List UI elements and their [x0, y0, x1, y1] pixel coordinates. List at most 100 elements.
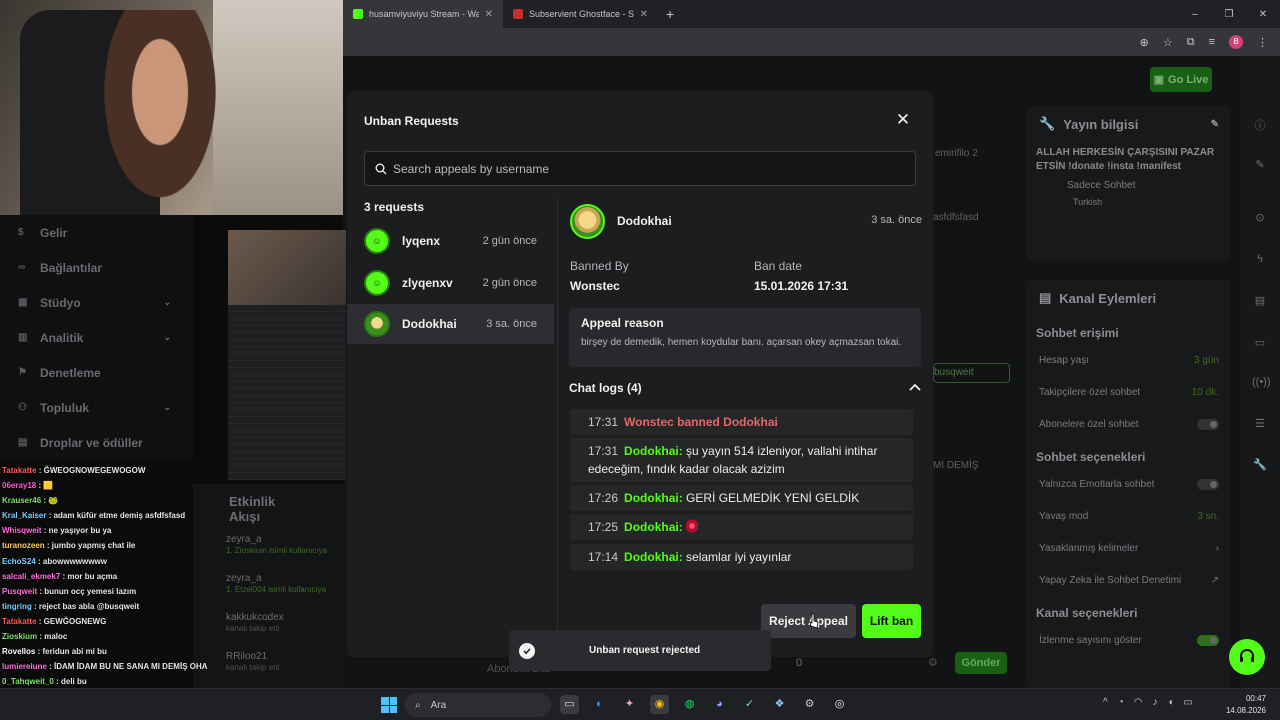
chat-separator: : — [35, 556, 43, 566]
chevron-up-icon[interactable] — [908, 380, 922, 394]
maximize-button[interactable]: ❐ — [1212, 9, 1246, 20]
chat-username[interactable]: salcali_ekmek7 — [2, 572, 60, 581]
setting-row[interactable]: Hesap yaşı 3 gün — [1027, 344, 1231, 376]
request-time: 3 sa. önce — [486, 318, 537, 330]
chrome-icon[interactable]: ◉ — [650, 695, 669, 714]
chat-message: EchoS24 : abowwwwwwww — [2, 554, 230, 569]
chat-separator: : — [46, 511, 54, 521]
message-icon[interactable]: ▭ — [1252, 336, 1268, 352]
volume-icon[interactable]: ◖ — [1167, 697, 1173, 708]
help-chat-button[interactable] — [1229, 639, 1265, 675]
appeal-search — [364, 151, 916, 186]
tab-youtube[interactable]: Subservient Ghostface - SCARY ✕ — [503, 0, 658, 28]
request-item[interactable]: ☺ lyqenx 2 gün önce — [347, 221, 554, 261]
setting-row[interactable]: Takipçilere özel sohbet 10 dk. — [1027, 376, 1231, 408]
edge-icon[interactable]: ◐ — [590, 695, 609, 714]
chat-fragment: busqweit — [933, 363, 1010, 383]
tab-stream[interactable]: husamviyuviyu Stream - Watch ✕ — [343, 0, 503, 28]
battery-icon[interactable]: ▭ — [1184, 697, 1193, 708]
mic-icon[interactable]: ♪ — [1152, 697, 1157, 708]
chat-username[interactable]: 06eray18 — [2, 481, 36, 490]
lift-ban-button[interactable]: Lift ban — [862, 604, 921, 638]
chat-username[interactable]: Pusqweit — [2, 587, 37, 596]
minimize-button[interactable]: – — [1178, 9, 1212, 20]
queue-icon[interactable]: ≡ — [1209, 36, 1215, 48]
chat-username[interactable]: EchoS24 — [2, 557, 36, 566]
file-explorer-icon[interactable]: ▭ — [560, 695, 579, 714]
chat-username[interactable]: Tatakatte — [2, 617, 37, 626]
star-icon[interactable]: ☆ — [1163, 36, 1173, 49]
setting-row[interactable]: Yapay Zeka ile Sohbet Denetimi ↗ — [1027, 564, 1231, 596]
wifi-icon[interactable]: ◠ — [1134, 697, 1143, 708]
chat-username[interactable]: tingring — [2, 602, 32, 611]
app-icon[interactable]: ❖ — [770, 695, 789, 714]
settings-icon[interactable]: ⚙ — [800, 695, 819, 714]
copilot-icon[interactable]: ✦ — [620, 695, 639, 714]
close-tab-icon[interactable]: ✕ — [485, 9, 493, 20]
request-item-selected[interactable]: Dodokhai 3 sa. önce — [347, 304, 554, 344]
chat-log-entry: 17:25 Dodokhai: — [570, 514, 913, 540]
chat-message: Tatakatte : ĞWEOGNOWEGEWOGOW — [2, 463, 230, 478]
taskbar-search[interactable]: ⌕ Ara — [405, 693, 551, 717]
chat-username[interactable]: turanozeen — [2, 541, 45, 550]
taskbar-search-label: Ara — [430, 699, 447, 711]
sidebar-item-denetleme[interactable]: ⚑ Denetleme — [0, 355, 193, 390]
search-input[interactable] — [393, 161, 915, 176]
toggle-switch[interactable] — [1197, 634, 1219, 646]
zoom-icon[interactable]: ⊕ — [1140, 36, 1149, 49]
gear-icon[interactable]: ⚙ — [928, 656, 938, 669]
clipboard-icon[interactable]: ▤ — [1252, 294, 1268, 310]
chat-message: Pusqweit : bunun ocç yemesi lazım — [2, 584, 230, 599]
sidebar-item-topluluk[interactable]: ⚇ Topluluk ⌄ — [0, 390, 193, 425]
chat-log-entry: 17:26 Dodokhai: GERİ GELMEDİK YENİ GELDİK — [570, 485, 913, 511]
obs-icon[interactable]: ◎ — [830, 695, 849, 714]
chat-username[interactable]: lumierelune — [2, 662, 47, 671]
menu-icon[interactable]: ⋮ — [1257, 36, 1268, 49]
sidebar-item-baglantilar[interactable]: ∞ Bağlantılar — [0, 250, 193, 285]
close-window-button[interactable]: ✕ — [1246, 9, 1280, 20]
list-icon[interactable]: ☰ — [1252, 417, 1268, 433]
new-tab-button[interactable]: + — [658, 6, 682, 22]
tool-icon[interactable]: 🔧 — [1252, 458, 1268, 474]
spotify-icon[interactable]: ◍ — [680, 695, 699, 714]
chevron-up-icon[interactable]: ^ — [1103, 697, 1108, 708]
info-icon[interactable]: ⓘ — [1252, 117, 1268, 133]
network-icon[interactable]: ◔ — [1118, 697, 1124, 708]
edit-icon[interactable]: ✎ — [1211, 119, 1219, 130]
start-button[interactable] — [381, 697, 397, 713]
setting-row[interactable]: Yavaş mod 3 sn. — [1027, 500, 1231, 532]
chat-username[interactable]: Tatakatte — [2, 466, 37, 475]
close-icon[interactable]: ✕ — [895, 110, 911, 130]
extension-icon[interactable]: ⧉ — [1187, 36, 1195, 49]
app-icon[interactable]: ✓ — [740, 695, 759, 714]
taskbar-clock[interactable]: 00:47 14.08.2026 — [1206, 693, 1266, 717]
request-item[interactable]: ☺ zlyqenxv 2 gün önce — [347, 263, 554, 303]
go-live-button[interactable]: ▣ Go Live — [1150, 67, 1212, 92]
sidebar-item-droplar[interactable]: ▤ Droplar ve ödüller — [0, 425, 193, 460]
profile-avatar[interactable]: B — [1229, 35, 1243, 49]
toggle-switch[interactable] — [1197, 478, 1219, 490]
broadcast-icon[interactable]: ((•)) — [1252, 376, 1271, 392]
requests-count: 3 requests — [364, 200, 425, 214]
pen-icon[interactable]: ✎ — [1252, 158, 1268, 174]
toggle-switch[interactable] — [1197, 418, 1219, 430]
external-link-icon: ↗ — [1210, 574, 1219, 586]
chat-username[interactable]: Krauser46 — [2, 496, 41, 505]
chat-username[interactable]: Zioskium — [2, 632, 37, 641]
target-icon[interactable]: ⊙ — [1252, 211, 1268, 227]
sidebar-item-gelir[interactable]: $ Gelir — [0, 215, 193, 250]
sidebar-item-analitik[interactable]: ▥ Analitik ⌄ — [0, 320, 193, 355]
send-button[interactable]: Gönder — [955, 652, 1007, 674]
chat-username[interactable]: 0_Tahqweit_0 — [2, 677, 54, 686]
sidebar-item-label: Bağlantılar — [40, 260, 103, 275]
close-tab-icon[interactable]: ✕ — [640, 9, 648, 20]
count-label: 0 — [796, 657, 803, 669]
lightning-icon[interactable]: ϟ — [1252, 253, 1268, 269]
discord-icon[interactable]: ◕ — [710, 695, 729, 714]
sidebar-item-studyo[interactable]: ▦ Stüdyo ⌄ — [0, 285, 193, 320]
chat-username[interactable]: Whisqweit — [2, 526, 42, 535]
setting-row[interactable]: Yasaklanmış kelimeler › — [1027, 532, 1231, 564]
setting-label: Yasaklanmış kelimeler — [1039, 542, 1139, 554]
chat-username[interactable]: Kral_Kaiser — [2, 511, 46, 520]
chat-username[interactable]: Rovellos — [2, 647, 35, 656]
